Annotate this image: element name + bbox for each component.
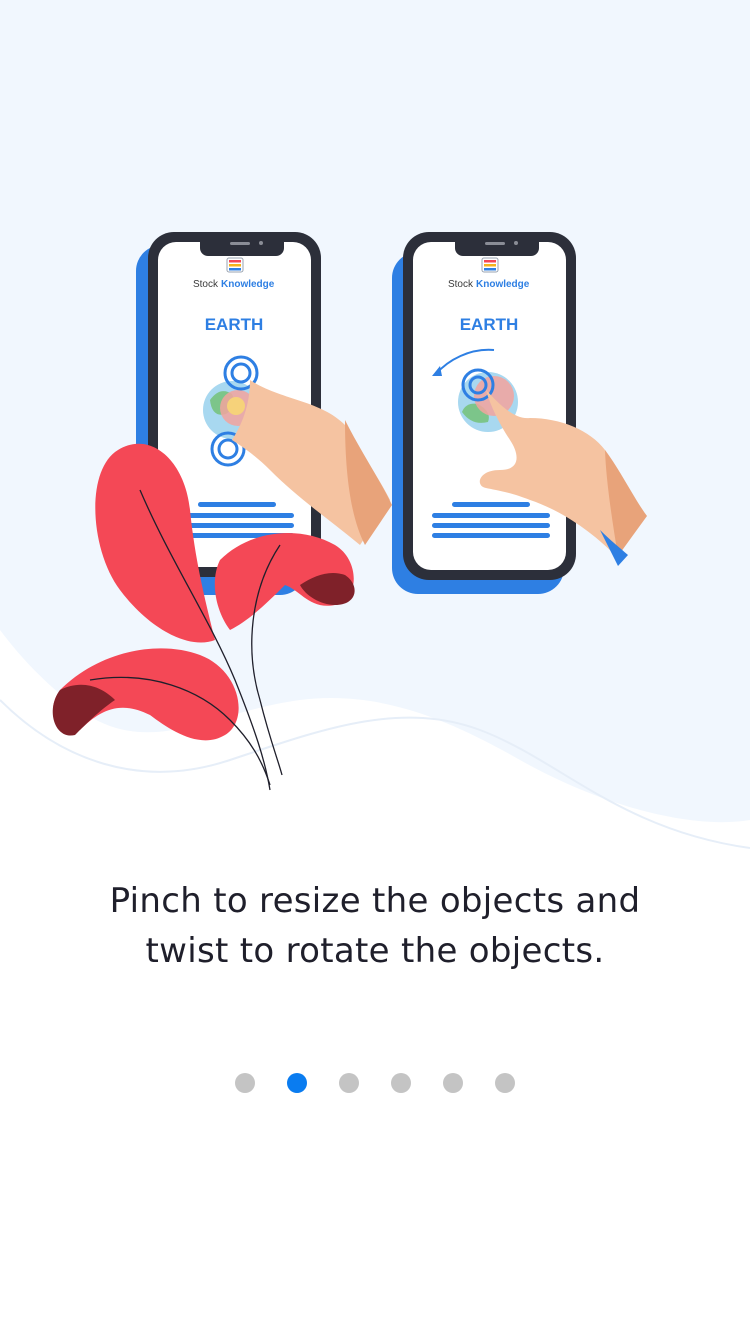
stock-knowledge-logo [226,257,244,273]
brand-name-text: Knowledge [221,279,275,290]
page-dot-6[interactable] [495,1073,515,1093]
brand-prefix-text: Stock [193,279,219,290]
right-phone: Stock Knowledge EARTH [392,232,647,594]
onboarding-caption: Pinch to resize the objects and twist to… [60,876,690,976]
page-dot-3[interactable] [339,1073,359,1093]
earth-title: EARTH [460,315,519,334]
page-dot-4[interactable] [391,1073,411,1093]
gesture-illustration: Stock Knowledge EARTH Stock Knowledge EA… [52,232,647,791]
caption-line-2: twist to rotate the objects. [145,931,605,971]
stock-knowledge-logo [481,257,499,273]
page-dot-2-active[interactable] [287,1073,307,1093]
onboarding-screen: Stock Knowledge EARTH Stock Knowledge EA… [0,0,750,1334]
earth-title: EARTH [205,315,264,334]
brand-prefix-text: Stock [448,279,474,290]
page-dot-1[interactable] [235,1073,255,1093]
page-indicator [0,1073,750,1095]
caption-line-1: Pinch to resize the objects and [109,881,641,921]
brand-name-text: Knowledge [476,279,530,290]
page-dot-5[interactable] [443,1073,463,1093]
